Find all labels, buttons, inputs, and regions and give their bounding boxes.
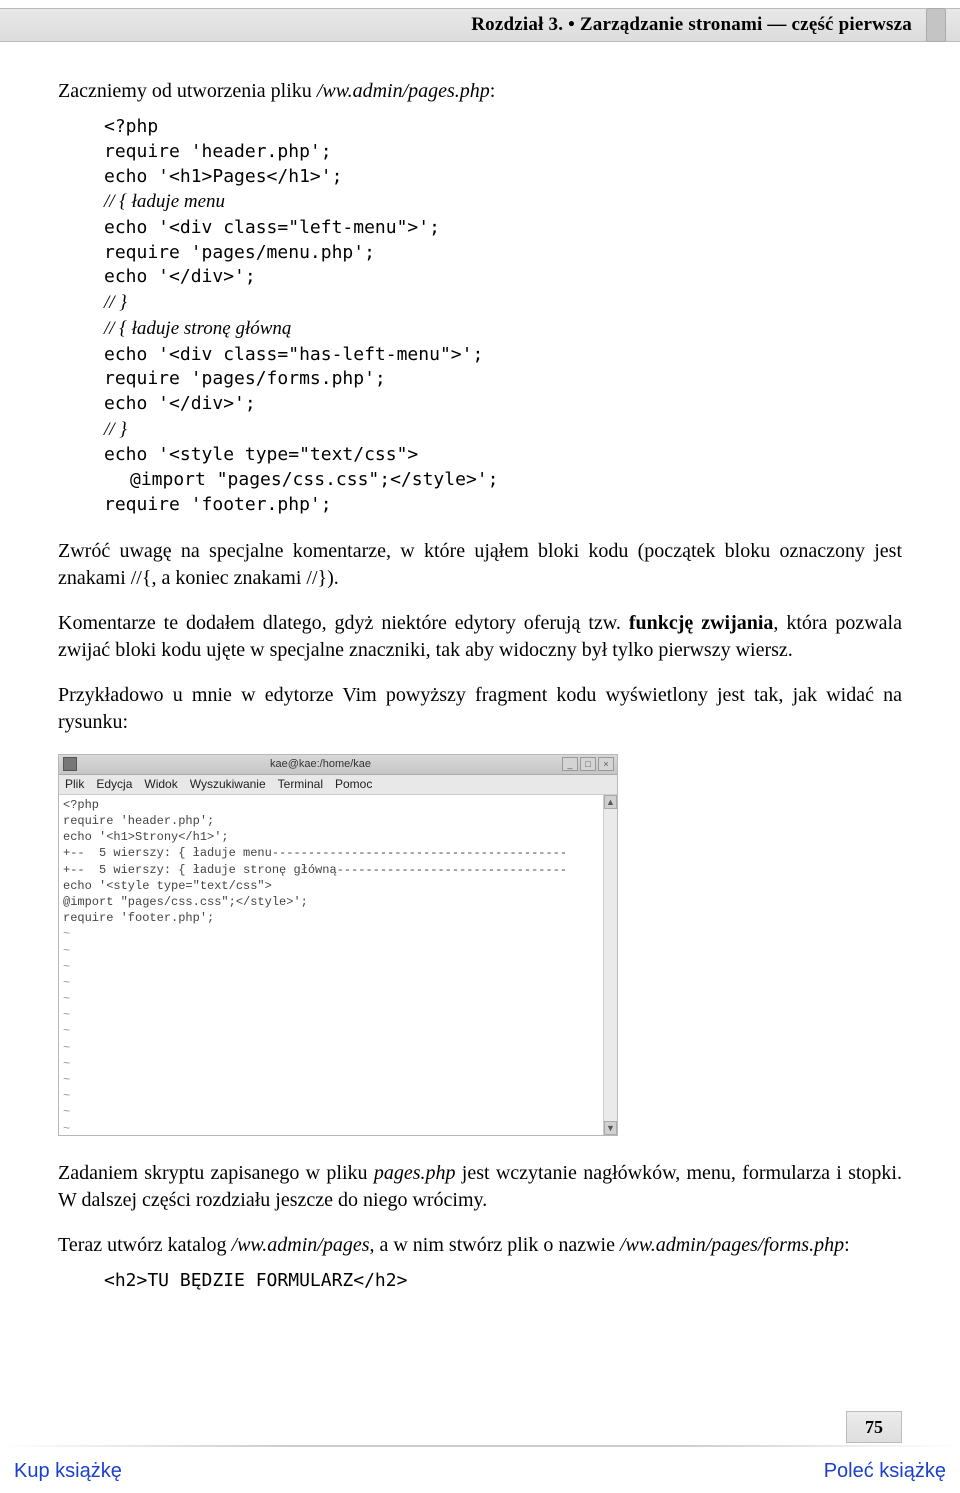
- terminal-body: <?php require 'header.php'; echo '<h1>St…: [59, 795, 617, 1135]
- code-listing-pages-php: <?php require 'header.php'; echo '<h1>Pa…: [104, 115, 902, 518]
- vim-empty-line: ~: [63, 943, 599, 959]
- terminal-scrollbar[interactable]: ▲ ▼: [603, 795, 617, 1135]
- vim-empty-line: ~: [63, 975, 599, 991]
- italic-pagesphp: pages.php: [374, 1162, 456, 1184]
- code-listing-forms-php: <h2>TU BĘDZIE FORMULARZ</h2>: [104, 1269, 902, 1294]
- page-tab-decor: [926, 8, 946, 42]
- vim-empty-line: ~: [63, 1121, 599, 1135]
- paragraph-vim-intro: Przykładowo u mnie w edytorze Vim powyżs…: [58, 682, 902, 736]
- vim-empty-line: ~: [63, 1104, 599, 1120]
- intro-prefix: Zaczniemy od utworzenia pliku: [58, 80, 317, 102]
- vim-empty-line: ~: [63, 1007, 599, 1023]
- terminal-icon: [63, 757, 77, 771]
- vim-empty-line: ~: [63, 1040, 599, 1056]
- paragraph-comments-note: Zwróć uwagę na specjalne komentarze, w k…: [58, 538, 902, 592]
- chapter-title: Rozdział 3. • Zarządzanie stronami — czę…: [471, 12, 912, 38]
- menu-search[interactable]: Wyszukiwanie: [190, 776, 266, 792]
- menu-terminal[interactable]: Terminal: [278, 776, 323, 792]
- vim-line: <?php: [63, 797, 599, 813]
- buy-book-link[interactable]: Kup książkę: [14, 1458, 122, 1485]
- bold-folding-feature: funkcję zwijania: [629, 612, 774, 634]
- vim-empty-line: ~: [63, 1088, 599, 1104]
- vim-line: echo '<style type="text/css">: [63, 878, 599, 894]
- page-content: Zaczniemy od utworzenia pliku /ww.admin/…: [58, 78, 902, 1314]
- intro-path: /ww.admin/pages.php: [317, 80, 490, 102]
- chapter-header: Rozdział 3. • Zarządzanie stronami — czę…: [0, 8, 960, 42]
- menu-edit[interactable]: Edycja: [96, 776, 132, 792]
- terminal-title: kae@kae:/home/kae: [81, 757, 560, 772]
- vim-buffer[interactable]: <?php require 'header.php'; echo '<h1>St…: [59, 795, 603, 1135]
- menu-help[interactable]: Pomoc: [335, 776, 372, 792]
- paragraph-script-task: Zadaniem skryptu zapisanego w pliku page…: [58, 1160, 902, 1214]
- italic-path-pages: /ww.admin/pages: [232, 1234, 370, 1256]
- scrollbar-down-button[interactable]: ▼: [604, 1121, 617, 1135]
- window-maximize-button[interactable]: □: [580, 757, 596, 771]
- window-close-button[interactable]: ×: [598, 757, 614, 771]
- window-minimize-button[interactable]: _: [562, 757, 578, 771]
- italic-path-forms: /ww.admin/pages/forms.php: [620, 1234, 844, 1256]
- intro-suffix: :: [490, 80, 496, 102]
- terminal-menubar: Plik Edycja Widok Wyszukiwanie Terminal …: [59, 775, 617, 795]
- vim-empty-line: ~: [63, 926, 599, 942]
- vim-empty-line: ~: [63, 959, 599, 975]
- bottom-links: Kup książkę Poleć książkę: [0, 1458, 960, 1485]
- vim-line: @import "pages/css.css";</style>';: [63, 894, 599, 910]
- vim-empty-line: ~: [63, 1072, 599, 1088]
- vim-line: echo '<h1>Strony</h1>';: [63, 829, 599, 845]
- vim-empty-line: ~: [63, 991, 599, 1007]
- paragraph-folding: Komentarze te dodałem dlatego, gdyż niek…: [58, 610, 902, 664]
- paragraph-create-dir: Teraz utwórz katalog /ww.admin/pages, a …: [58, 1232, 902, 1259]
- vim-line: require 'header.php';: [63, 813, 599, 829]
- vim-fold-line: +-- 5 wierszy: { ładuje menu------------…: [63, 845, 599, 861]
- vim-fold-line: +-- 5 wierszy: { ładuje stronę główną---…: [63, 862, 599, 878]
- scrollbar-up-button[interactable]: ▲: [604, 795, 617, 809]
- menu-view[interactable]: Widok: [144, 776, 177, 792]
- vim-screenshot: kae@kae:/home/kae _ □ × Plik Edycja Wido…: [58, 754, 618, 1136]
- vim-empty-line: ~: [63, 1056, 599, 1072]
- vim-empty-line: ~: [63, 1023, 599, 1039]
- menu-file[interactable]: Plik: [65, 776, 84, 792]
- recommend-book-link[interactable]: Poleć książkę: [824, 1458, 946, 1485]
- vim-line: require 'footer.php';: [63, 910, 599, 926]
- footer-rule: [0, 1445, 960, 1447]
- intro-paragraph: Zaczniemy od utworzenia pliku /ww.admin/…: [58, 78, 902, 105]
- terminal-titlebar: kae@kae:/home/kae _ □ ×: [59, 755, 617, 775]
- window-buttons: _ □ ×: [560, 757, 614, 771]
- page-number: 75: [846, 1411, 902, 1443]
